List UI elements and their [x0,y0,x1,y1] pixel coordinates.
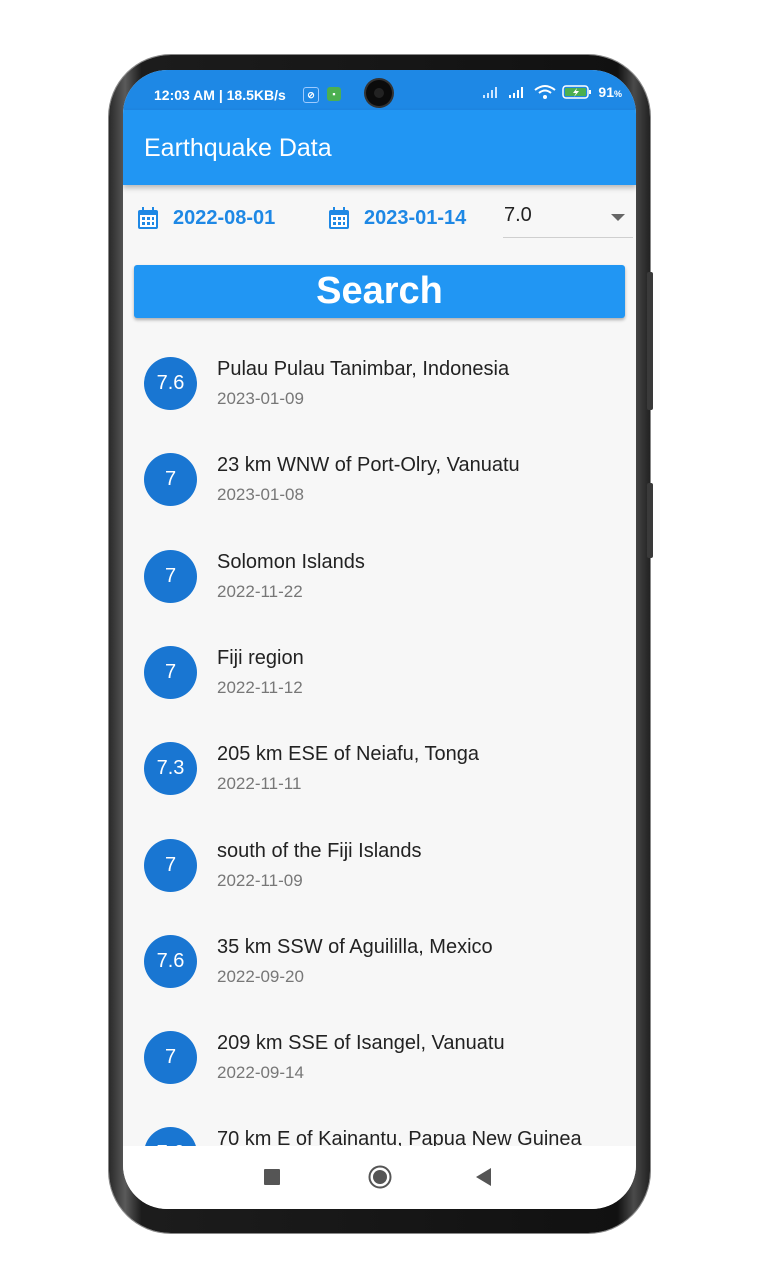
signal-icon [483,87,498,98]
back-icon[interactable] [476,1168,491,1186]
screen: 12:03 AM | 18.5KB/s ⊘ ▪ 91% Earthquake D… [123,70,636,1209]
magnitude-value: 7.0 [504,204,532,226]
notification-icon: ⊘ [303,87,319,103]
magnitude-avatar: 7.6 [144,357,197,410]
earthquake-place: 23 km WNW of Port-Olry, Vanuatu [217,454,520,477]
earthquake-place: 205 km ESE of Neiafu, Tonga [217,743,480,766]
earthquake-item[interactable]: 7.6 35 km SSW of Aguililla, Mexico 2022-09… [123,912,636,1008]
earthquake-item[interactable]: 7 Fiji region 2022-11-12 [123,623,636,719]
calendar-icon [329,207,349,229]
earthquake-place: Solomon Islands [217,550,365,573]
earthquake-place: Fiji region [217,646,304,669]
app-title: Earthquake Data [144,134,332,162]
earthquake-date: 2022-09-20 [217,966,304,986]
start-date-picker[interactable]: 2022-08-01 [137,203,275,233]
earthquake-date: 2022-11-11 [217,774,302,794]
end-date-picker[interactable]: 2023-01-14 [328,203,466,233]
magnitude-avatar: 7 [144,1031,197,1085]
calendar-icon [138,207,158,229]
magnitude-avatar: 7 [144,453,197,507]
power-button [647,483,653,558]
app-bar: Earthquake Data [123,110,636,185]
earthquake-place: 70 km E of Kainantu, Papua New Guinea [217,1128,582,1146]
earthquake-place: 209 km SSE of Isangel, Vanuatu [217,1032,505,1055]
earthquake-place: 35 km SSW of Aguililla, Mexico [217,935,493,958]
app-notification-icon: ▪ [327,87,341,101]
earthquake-place: south of the Fiji Islands [217,839,422,862]
earthquake-item[interactable]: 7.6 70 km E of Kainantu, Papua New Guinea… [123,1104,636,1146]
start-date-label: 2022-08-01 [173,206,276,229]
earthquake-list[interactable]: 7.6 Pulau Pulau Tanimbar, Indonesia 2023-0… [123,334,636,1146]
system-nav-bar [123,1146,636,1209]
earthquake-date: 2022-11-12 [217,677,303,697]
magnitude-avatar: 7.6 [144,934,197,988]
earthquake-item[interactable]: 7 209 km SSE of Isangel, Vanuatu 2022-09-1… [123,1008,636,1104]
magnitude-avatar: 7 [144,645,197,699]
earthquake-date: 2022-11-09 [217,870,303,890]
earthquake-date: 2023-01-09 [217,389,304,408]
earthquake-item[interactable]: 7 Solomon Islands 2022-11-22 [123,527,636,623]
earthquake-item[interactable]: 7 23 km WNW of Port-Olry, Vanuatu 2023-01-… [123,430,636,526]
magnitude-dropdown[interactable]: 7.0 [503,197,633,238]
magnitude-avatar: 7.3 [144,742,197,796]
magnitude-avatar: 7 [144,549,197,603]
recents-icon[interactable] [264,1169,280,1185]
wifi-icon [534,85,557,99]
status-bar: 12:03 AM | 18.5KB/s ⊘ ▪ 91% [123,70,636,110]
battery-level: 91 [598,84,614,100]
end-date-label: 2023-01-14 [364,206,467,229]
status-icons: 91% [482,84,622,100]
earthquake-item[interactable]: 7.6 Pulau Pulau Tanimbar, Indonesia 2023-0… [123,334,636,430]
earthquake-item[interactable]: 7 south of the Fiji Islands 2022-11-09 [123,816,636,912]
battery-unit: % [613,89,622,99]
earthquake-item[interactable]: 7.3 205 km ESE of Neiafu, Tonga 2022-11-11 [123,719,636,815]
chevron-down-icon [611,214,625,221]
battery-icon [562,85,592,99]
home-icon[interactable] [368,1165,392,1189]
status-time: 12:03 AM | 18.5KB/s [154,87,286,103]
magnitude-avatar: 7 [144,838,197,892]
earthquake-date: 2023-01-08 [217,485,304,505]
search-button[interactable]: Search [134,265,625,318]
front-camera [366,80,392,106]
earthquake-date: 2022-11-22 [217,581,303,601]
earthquake-date: 2022-09-14 [217,1063,304,1083]
volume-button [647,272,653,410]
signal-icon [509,87,524,98]
earthquake-place: Pulau Pulau Tanimbar, Indonesia [217,358,510,380]
magnitude-avatar: 7.6 [144,1127,197,1146]
